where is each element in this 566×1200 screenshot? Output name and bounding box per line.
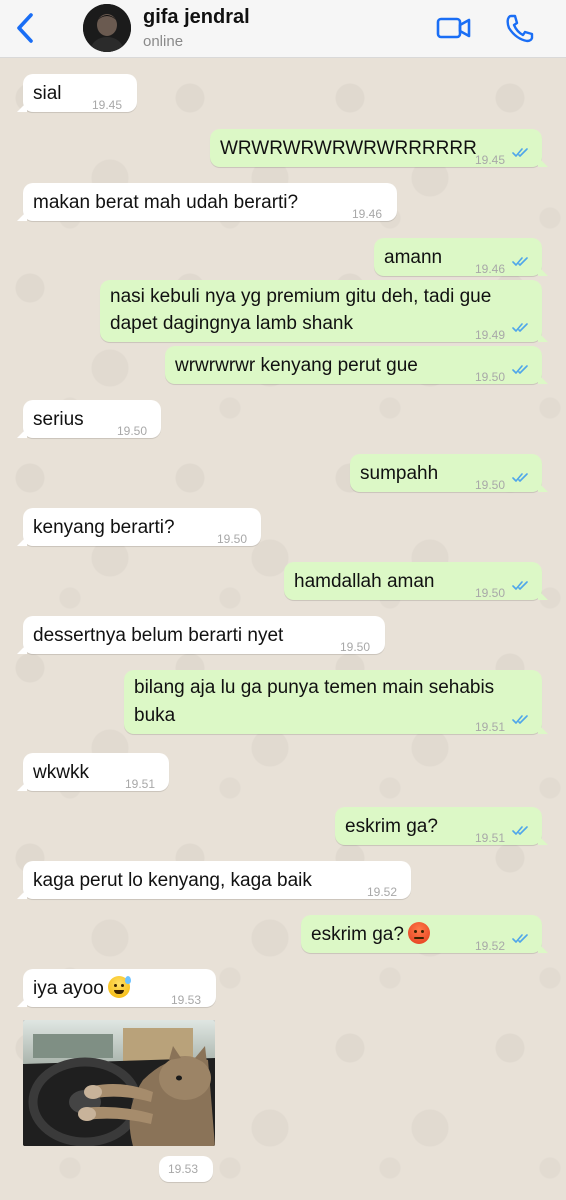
message-text: hamdallah aman	[294, 571, 435, 592]
avatar[interactable]	[83, 4, 131, 52]
chevron-left-icon	[17, 13, 33, 43]
message-bubble[interactable]: sial 19.45	[17, 74, 137, 112]
message-time: 19.53	[168, 1162, 199, 1176]
contact-status: online	[143, 33, 184, 50]
message-text: amann	[384, 247, 443, 268]
message-text: kenyang berarti?	[33, 517, 175, 538]
message-bubble[interactable]: sumpahh 19.50	[350, 454, 548, 492]
message-bubble[interactable]: kaga perut lo kenyang, kaga baik 19.52	[17, 861, 411, 899]
message-time: 19.50	[475, 586, 506, 600]
photo-message[interactable]	[23, 1020, 215, 1146]
message-text: nasi kebuli nya yg premium gitu deh, tad…	[110, 286, 492, 307]
message-text-line-2: dapet dagingnya lamb shank	[110, 313, 353, 334]
message-bubble[interactable]: wrwrwrwr kenyang perut gue 19.50	[165, 346, 548, 384]
message-time: 19.50	[475, 370, 506, 384]
message-text: bilang aja lu ga punya temen main sehabi…	[134, 677, 495, 698]
video-camera-icon	[436, 17, 471, 39]
message-time: 19.49	[475, 328, 506, 342]
message-bubble[interactable]: wkwkk 19.51	[17, 753, 169, 791]
message-text: serius	[33, 409, 84, 430]
message-text: sumpahh	[360, 463, 439, 484]
message-bubble[interactable]: dessertnya belum berarti nyet 19.50	[17, 616, 385, 654]
message-text-content: iya ayoo	[33, 978, 104, 999]
double-check-icon	[512, 148, 528, 157]
message-bubble[interactable]: WRWRWRWRWRWRRRRRR 19.45	[210, 129, 548, 167]
chat-header: gifa jendral online	[0, 0, 566, 58]
double-check-icon	[512, 934, 528, 943]
photo-time-badge: 19.53	[159, 1156, 213, 1182]
message-list[interactable]: sial 19.45 WRWRWRWRWRWRRRRRR 19.45 makan…	[0, 58, 566, 1200]
message-time: 19.50	[475, 478, 506, 492]
double-check-icon	[512, 257, 528, 266]
message-text: eskrim ga?	[311, 921, 430, 948]
message-bubble[interactable]: eskrim ga? 19.52	[301, 915, 548, 953]
message-time: 19.50	[217, 532, 248, 546]
message-text: kaga perut lo kenyang, kaga baik	[33, 870, 312, 891]
cat-driving-car-photo	[23, 1020, 215, 1146]
message-text: iya ayoo	[33, 975, 131, 1002]
video-call-button[interactable]	[436, 13, 472, 43]
message-time: 19.45	[475, 153, 506, 167]
double-check-icon	[512, 826, 528, 835]
message-bubble[interactable]: amann 19.46	[374, 238, 548, 276]
double-check-icon	[512, 323, 528, 332]
message-text: wkwkk	[33, 762, 89, 783]
phone-icon	[506, 14, 534, 43]
message-bubble[interactable]: bilang aja lu ga punya temen main sehabi…	[124, 670, 548, 734]
message-text-line-2: buka	[134, 705, 176, 726]
avatar-photo	[83, 4, 131, 52]
message-bubble[interactable]: nasi kebuli nya yg premium gitu deh, tad…	[100, 280, 548, 342]
message-bubble[interactable]: kenyang berarti? 19.50	[17, 508, 261, 546]
message-bubble[interactable]: serius 19.50	[17, 400, 161, 438]
message-text: sial	[33, 83, 62, 104]
back-button[interactable]	[12, 10, 42, 46]
message-time: 19.51	[475, 831, 506, 845]
double-check-icon	[512, 715, 528, 724]
message-text: makan berat mah udah berarti?	[33, 192, 299, 213]
message-time: 19.52	[475, 939, 506, 953]
double-check-icon	[512, 365, 528, 374]
message-text: WRWRWRWRWRWRRRRRR	[220, 138, 477, 159]
double-check-icon	[512, 581, 528, 590]
message-time: 19.46	[352, 207, 383, 221]
message-time: 19.51	[475, 720, 506, 734]
message-time: 19.50	[117, 424, 148, 438]
angry-face-emoji	[407, 922, 430, 944]
contact-name[interactable]: gifa jendral	[143, 6, 250, 29]
message-time: 19.50	[340, 640, 371, 654]
voice-call-button[interactable]	[504, 12, 534, 44]
message-time: 19.51	[125, 777, 156, 791]
message-text-content: eskrim ga?	[311, 924, 404, 945]
message-text: eskrim ga?	[345, 816, 438, 837]
message-time: 19.46	[475, 262, 506, 276]
message-bubble[interactable]: makan berat mah udah berarti? 19.46	[17, 183, 397, 221]
message-bubble[interactable]: hamdallah aman 19.50	[284, 562, 548, 600]
message-bubble[interactable]: eskrim ga? 19.51	[335, 807, 548, 845]
message-text: wrwrwrwr kenyang perut gue	[175, 355, 418, 376]
message-text: dessertnya belum berarti nyet	[33, 625, 284, 646]
message-bubble[interactable]: iya ayoo 19.53	[17, 969, 216, 1007]
message-time: 19.52	[367, 885, 398, 899]
message-time: 19.45	[92, 98, 123, 112]
message-time: 19.53	[171, 993, 202, 1007]
double-check-icon	[512, 473, 528, 482]
grinning-sweat-emoji	[107, 976, 131, 998]
